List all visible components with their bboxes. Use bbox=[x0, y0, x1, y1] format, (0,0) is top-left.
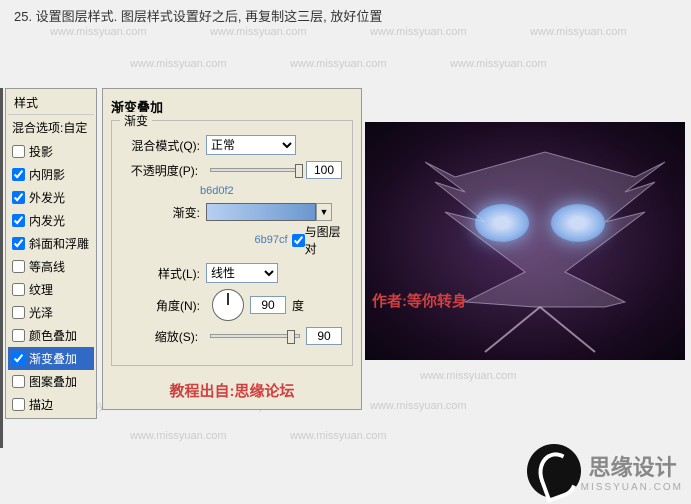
align-with-layer-checkbox[interactable] bbox=[292, 234, 305, 247]
style-item-9[interactable]: 渐变叠加 bbox=[8, 347, 94, 370]
style-label-2: 外发光 bbox=[29, 189, 65, 206]
style-checkbox-5[interactable] bbox=[12, 260, 25, 273]
style-item-10[interactable]: 图案叠加 bbox=[8, 370, 94, 393]
style-checkbox-10[interactable] bbox=[12, 375, 25, 388]
angle-label: 角度(N): bbox=[122, 297, 200, 314]
blend-options-label[interactable]: 混合选项:自定 bbox=[8, 115, 94, 140]
logo-text: 思缘设计 bbox=[589, 450, 683, 482]
gradient-preview[interactable] bbox=[206, 203, 316, 221]
watermark: www.missyuan.com bbox=[370, 26, 467, 38]
site-logo: 思缘设计 MISSYUAN.COM bbox=[527, 444, 683, 498]
watermark: www.missyuan.com bbox=[130, 58, 227, 70]
align-label: 与图层对 bbox=[305, 223, 342, 257]
style-item-5[interactable]: 等高线 bbox=[8, 255, 94, 278]
style-item-7[interactable]: 光泽 bbox=[8, 301, 94, 324]
style-label-1: 内阴影 bbox=[29, 166, 65, 183]
style-checkbox-7[interactable] bbox=[12, 306, 25, 319]
angle-dial[interactable] bbox=[212, 289, 244, 321]
style-checkbox-6[interactable] bbox=[12, 283, 25, 296]
style-checkbox-11[interactable] bbox=[12, 398, 25, 411]
group-title: 渐变 bbox=[120, 112, 152, 129]
style-label-10: 图案叠加 bbox=[29, 373, 77, 390]
style-item-0[interactable]: 投影 bbox=[8, 140, 94, 163]
style-label-5: 等高线 bbox=[29, 258, 65, 275]
style-checkbox-2[interactable] bbox=[12, 191, 25, 204]
panel-header-styles: 样式 bbox=[8, 91, 94, 115]
style-label-3: 内发光 bbox=[29, 212, 65, 229]
style-item-1[interactable]: 内阴影 bbox=[8, 163, 94, 186]
style-label-9: 渐变叠加 bbox=[29, 350, 77, 367]
watermark: www.missyuan.com bbox=[210, 26, 307, 38]
logo-subtext: MISSYUAN.COM bbox=[581, 482, 683, 493]
style-label-11: 描边 bbox=[29, 396, 53, 413]
tutorial-credit: 教程出自:思缘论坛 bbox=[111, 380, 353, 401]
style-item-4[interactable]: 斜面和浮雕 bbox=[8, 232, 94, 255]
gradient-label: 渐变: bbox=[122, 204, 200, 221]
watermark: www.missyuan.com bbox=[420, 370, 517, 382]
preview-wings-svg bbox=[365, 122, 685, 360]
style-checkbox-0[interactable] bbox=[12, 145, 25, 158]
tutorial-step-text: 25. 设置图层样式. 图层样式设置好之后, 再复制这三层, 放好位置 bbox=[14, 6, 382, 25]
scale-input[interactable] bbox=[306, 327, 342, 345]
style-checkbox-4[interactable] bbox=[12, 237, 25, 250]
color-hex-2: 6b97cf bbox=[255, 234, 288, 246]
style-checkbox-9[interactable] bbox=[12, 352, 25, 365]
blend-mode-select[interactable]: 正常 bbox=[206, 135, 296, 155]
style-label-4: 斜面和浮雕 bbox=[29, 235, 89, 252]
style-checkbox-1[interactable] bbox=[12, 168, 25, 181]
style-label-0: 投影 bbox=[29, 143, 53, 160]
gradient-overlay-panel: 渐变叠加 渐变 混合模式(Q): 正常 不透明度(P): b6d0f2 渐变: … bbox=[102, 88, 362, 410]
style-label-8: 颜色叠加 bbox=[29, 327, 77, 344]
style-checkbox-3[interactable] bbox=[12, 214, 25, 227]
watermark: www.missyuan.com bbox=[450, 58, 547, 70]
style-select[interactable]: 线性 bbox=[206, 263, 278, 283]
style-label-6: 纹理 bbox=[29, 281, 53, 298]
blend-mode-label: 混合模式(Q): bbox=[122, 137, 200, 154]
style-item-3[interactable]: 内发光 bbox=[8, 209, 94, 232]
watermark: www.missyuan.com bbox=[290, 430, 387, 442]
style-item-11[interactable]: 描边 bbox=[8, 393, 94, 416]
angle-input[interactable] bbox=[250, 296, 286, 314]
style-label-7: 光泽 bbox=[29, 304, 53, 321]
gradient-dropdown-icon[interactable]: ▼ bbox=[316, 203, 332, 221]
style-item-8[interactable]: 颜色叠加 bbox=[8, 324, 94, 347]
watermark: www.missyuan.com bbox=[50, 26, 147, 38]
layer-style-list-panel: 样式 混合选项:自定 投影内阴影外发光内发光斜面和浮雕等高线纹理光泽颜色叠加渐变… bbox=[5, 88, 97, 419]
effect-preview-image bbox=[365, 122, 685, 360]
opacity-input[interactable] bbox=[306, 161, 342, 179]
logo-swirl-icon bbox=[527, 444, 581, 498]
style-item-6[interactable]: 纹理 bbox=[8, 278, 94, 301]
opacity-slider[interactable] bbox=[210, 168, 300, 172]
style-label: 样式(L): bbox=[122, 265, 200, 282]
opacity-label: 不透明度(P): bbox=[122, 162, 198, 179]
angle-unit: 度 bbox=[292, 297, 304, 314]
scale-slider[interactable] bbox=[210, 334, 300, 338]
color-hex-1: b6d0f2 bbox=[200, 185, 342, 197]
watermark: www.missyuan.com bbox=[130, 430, 227, 442]
scale-label: 缩放(S): bbox=[122, 328, 198, 345]
style-item-2[interactable]: 外发光 bbox=[8, 186, 94, 209]
author-credit: 作者:等你转身 bbox=[372, 290, 467, 311]
watermark: www.missyuan.com bbox=[370, 400, 467, 412]
watermark: www.missyuan.com bbox=[530, 26, 627, 38]
style-checkbox-8[interactable] bbox=[12, 329, 25, 342]
watermark: www.missyuan.com bbox=[290, 58, 387, 70]
